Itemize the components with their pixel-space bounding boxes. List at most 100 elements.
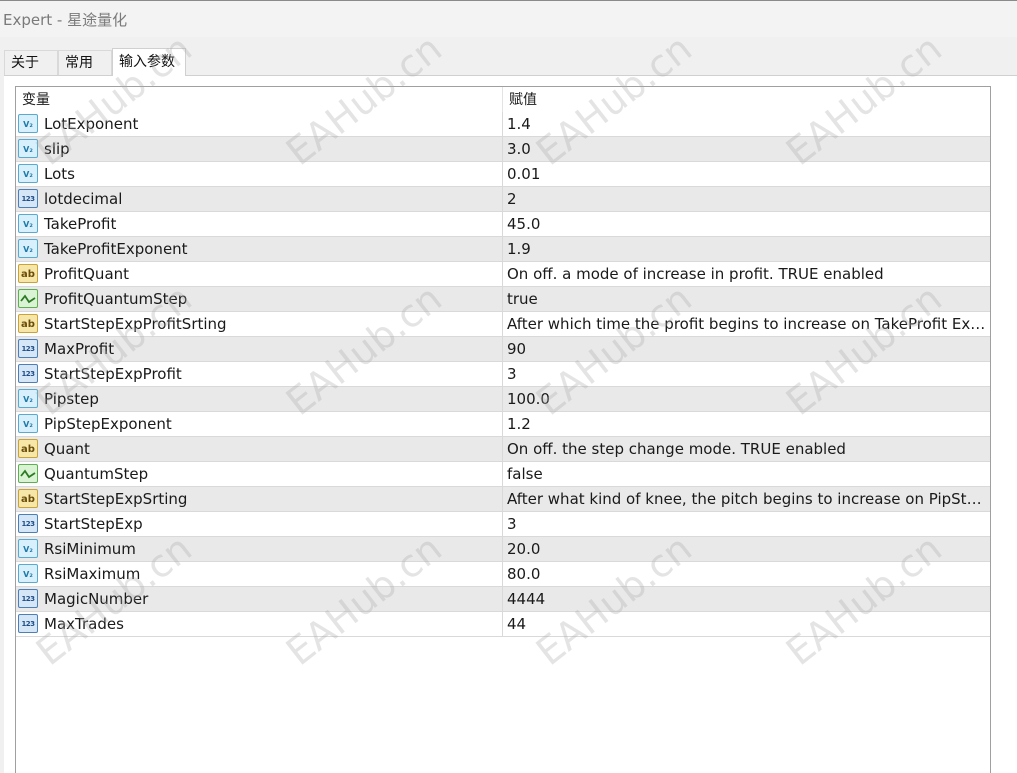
window-title: Expert - 星途量化 [3, 11, 128, 29]
integer-type-icon: 123 [18, 339, 38, 358]
table-row[interactable]: ab StartStepExpSrting After what kind of k… [16, 487, 990, 512]
table-row[interactable]: V₂ TakeProfitExponent 1.9 [16, 237, 990, 262]
variable-cell: ab Quant [16, 437, 502, 461]
variable-name: MagicNumber [44, 590, 149, 608]
variable-cell: V₂ Pipstep [16, 387, 502, 411]
value-cell[interactable]: 100.0 [502, 387, 990, 411]
integer-type-icon: 123 [18, 614, 38, 633]
variable-name: MaxProfit [44, 340, 115, 358]
grid-header: 变量 赋值 [16, 87, 990, 112]
value-cell[interactable]: 1.4 [502, 112, 990, 136]
variable-name: slip [44, 140, 70, 158]
value-cell[interactable]: On off. a mode of increase in profit. TR… [502, 262, 990, 286]
table-row[interactable]: 123 StartStepExp 3 [16, 512, 990, 537]
table-row[interactable]: 123 StartStepExpProfit 3 [16, 362, 990, 387]
tab-common[interactable]: 常用 [58, 50, 112, 75]
variable-cell: QuantumStep [16, 462, 502, 486]
variable-cell: 123 StartStepExp [16, 512, 502, 536]
value-cell[interactable]: 20.0 [502, 537, 990, 561]
variable-name: MaxTrades [44, 615, 124, 633]
value-cell[interactable]: 3 [502, 512, 990, 536]
table-row[interactable]: V₂ LotExponent 1.4 [16, 112, 990, 137]
variable-name: StartStepExp [44, 515, 143, 533]
variable-name: QuantumStep [44, 465, 149, 483]
value-cell[interactable]: 44 [502, 612, 990, 636]
value-cell[interactable]: After what kind of knee, the pitch begin… [502, 487, 990, 511]
inputs-panel: 变量 赋值 V₂ LotExponent 1.4 V₂ slip 3.0 V₂ Lots 0.0… [4, 75, 1017, 773]
variable-cell: 123 MaxProfit [16, 337, 502, 361]
title-bar: Expert - 星途量化 [0, 0, 1017, 37]
table-row[interactable]: ab Quant On off. the step change mode. TRU… [16, 437, 990, 462]
variable-cell: V₂ slip [16, 137, 502, 161]
table-row[interactable]: 123 MaxTrades 44 [16, 612, 990, 637]
variable-name: ProfitQuantumStep [44, 290, 188, 308]
table-row[interactable]: 123 MagicNumber 4444 [16, 587, 990, 612]
value-cell[interactable]: 2 [502, 187, 990, 211]
integer-type-icon: 123 [18, 514, 38, 533]
column-header-value[interactable]: 赋值 [502, 87, 990, 112]
value-cell[interactable]: 90 [502, 337, 990, 361]
double-type-icon: V₂ [18, 389, 38, 408]
value-cell[interactable]: 80.0 [502, 562, 990, 586]
variable-name: Quant [44, 440, 90, 458]
column-header-variable[interactable]: 变量 [16, 87, 502, 112]
variable-cell: 123 MaxTrades [16, 612, 502, 636]
value-cell[interactable]: 3 [502, 362, 990, 386]
table-row[interactable]: V₂ RsiMinimum 20.0 [16, 537, 990, 562]
value-cell[interactable]: true [502, 287, 990, 311]
string-type-icon: ab [18, 489, 38, 508]
string-type-icon: ab [18, 439, 38, 458]
table-row[interactable]: V₂ Pipstep 100.0 [16, 387, 990, 412]
table-row[interactable]: ab StartStepExpProfitSrting After which ti… [16, 312, 990, 337]
table-row[interactable]: V₂ PipStepExponent 1.2 [16, 412, 990, 437]
variable-cell: 123 StartStepExpProfit [16, 362, 502, 386]
variable-cell: V₂ RsiMaximum [16, 562, 502, 586]
table-row[interactable]: V₂ Lots 0.01 [16, 162, 990, 187]
variable-name: LotExponent [44, 115, 139, 133]
value-cell[interactable]: On off. the step change mode. TRUE enabl… [502, 437, 990, 461]
variable-name: TakeProfit [44, 215, 117, 233]
tab-inputs[interactable]: 输入参数 [112, 48, 186, 76]
double-type-icon: V₂ [18, 214, 38, 233]
value-cell[interactable]: 3.0 [502, 137, 990, 161]
variable-name: StartStepExpProfit [44, 365, 182, 383]
variable-name: RsiMinimum [44, 540, 136, 558]
value-cell[interactable]: 45.0 [502, 212, 990, 236]
variable-name: lotdecimal [44, 190, 123, 208]
value-cell[interactable]: 1.9 [502, 237, 990, 261]
value-cell[interactable]: 0.01 [502, 162, 990, 186]
table-row[interactable]: V₂ slip 3.0 [16, 137, 990, 162]
bool-type-icon [18, 289, 38, 308]
double-type-icon: V₂ [18, 139, 38, 158]
table-row[interactable]: ab ProfitQuant On off. a mode of increase … [16, 262, 990, 287]
variable-cell: ProfitQuantumStep [16, 287, 502, 311]
grid-rows: V₂ LotExponent 1.4 V₂ slip 3.0 V₂ Lots 0.01 123 lo… [16, 112, 990, 637]
variable-name: Lots [44, 165, 75, 183]
double-type-icon: V₂ [18, 239, 38, 258]
table-row[interactable]: V₂ RsiMaximum 80.0 [16, 562, 990, 587]
variable-name: StartStepExpProfitSrting [44, 315, 227, 333]
value-cell[interactable]: After which time the profit begins to in… [502, 312, 990, 336]
table-row[interactable]: 123 lotdecimal 2 [16, 187, 990, 212]
table-row[interactable]: 123 MaxProfit 90 [16, 337, 990, 362]
table-row[interactable]: QuantumStep false [16, 462, 990, 487]
variable-name: TakeProfitExponent [44, 240, 188, 258]
variable-cell: V₂ TakeProfit [16, 212, 502, 236]
table-row[interactable]: V₂ TakeProfit 45.0 [16, 212, 990, 237]
variable-name: StartStepExpSrting [44, 490, 188, 508]
variable-cell: ab StartStepExpSrting [16, 487, 502, 511]
inputs-grid: 变量 赋值 V₂ LotExponent 1.4 V₂ slip 3.0 V₂ Lots 0.0… [15, 86, 991, 773]
value-cell[interactable]: false [502, 462, 990, 486]
variable-cell: V₂ Lots [16, 162, 502, 186]
variable-cell: V₂ PipStepExponent [16, 412, 502, 436]
variable-cell: ab StartStepExpProfitSrting [16, 312, 502, 336]
variable-cell: ab ProfitQuant [16, 262, 502, 286]
variable-cell: 123 lotdecimal [16, 187, 502, 211]
table-row[interactable]: ProfitQuantumStep true [16, 287, 990, 312]
value-cell[interactable]: 4444 [502, 587, 990, 611]
value-cell[interactable]: 1.2 [502, 412, 990, 436]
variable-name: Pipstep [44, 390, 99, 408]
bool-type-icon [18, 464, 38, 483]
string-type-icon: ab [18, 314, 38, 333]
tab-about[interactable]: 关于 [4, 50, 58, 75]
